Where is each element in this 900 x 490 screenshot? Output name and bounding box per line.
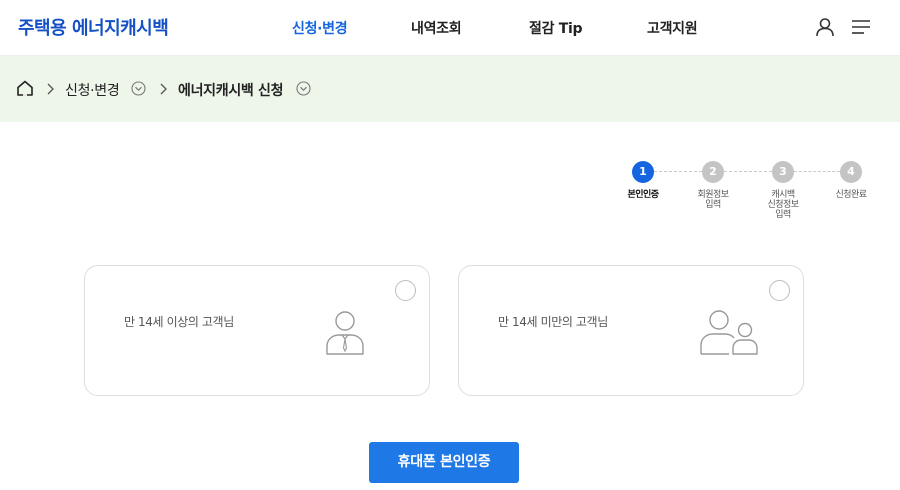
radio-minor[interactable] — [769, 280, 790, 301]
option-label-minor: 만 14세 미만의 고객님 — [498, 315, 608, 329]
user-icon[interactable] — [814, 16, 836, 38]
nav-item-history[interactable]: 내역조회 — [411, 18, 462, 38]
breadcrumb: 신청·변경 에너지캐시백 신청 — [0, 56, 900, 122]
adult-person-icon — [326, 311, 364, 355]
guardian-child-icon — [700, 310, 758, 355]
step-connector — [794, 171, 840, 172]
site-header: 주택용 에너지캐시백 신청·변경 내역조회 절감 Tip 고객지원 — [0, 0, 900, 56]
step-connector — [654, 171, 702, 172]
home-icon[interactable] — [16, 79, 34, 97]
step-number-2: 2 — [702, 161, 724, 183]
chevron-down-circle-icon[interactable] — [296, 81, 311, 96]
step-number-3: 3 — [772, 161, 794, 183]
option-card-minor[interactable]: 만 14세 미만의 고객님 — [458, 265, 804, 396]
chevron-down-circle-icon[interactable] — [131, 81, 146, 96]
nav-item-apply-change[interactable]: 신청·변경 — [292, 18, 348, 38]
breadcrumb-item-cashback-apply[interactable]: 에너지캐시백 신청 — [178, 80, 284, 100]
main-nav: 신청·변경 내역조회 절감 Tip 고객지원 — [0, 18, 900, 38]
option-card-adult[interactable]: 만 14세 이상의 고객님 — [84, 265, 430, 396]
step-label-identity: 본인인증 — [627, 190, 659, 200]
nav-item-saving-tip[interactable]: 절감 Tip — [529, 18, 583, 38]
radio-adult[interactable] — [395, 280, 416, 301]
step-label-complete: 신청완료 — [835, 190, 867, 200]
breadcrumb-item-apply-change[interactable]: 신청·변경 — [65, 80, 120, 100]
step-label-member-info: 회원정보 입력 — [697, 190, 729, 210]
menu-icon[interactable] — [850, 16, 872, 38]
step-number-1: 1 — [632, 161, 654, 183]
step-connector — [724, 171, 772, 172]
phone-verify-button[interactable]: 휴대폰 본인인증 — [369, 442, 519, 483]
nav-item-support[interactable]: 고객지원 — [647, 18, 698, 38]
option-label-adult: 만 14세 이상의 고객님 — [124, 315, 234, 329]
chevron-right-icon — [47, 83, 54, 95]
step-number-4: 4 — [840, 161, 862, 183]
chevron-right-icon — [160, 83, 167, 95]
step-label-cashback-info: 캐시백 신청정보 입력 — [767, 190, 799, 220]
